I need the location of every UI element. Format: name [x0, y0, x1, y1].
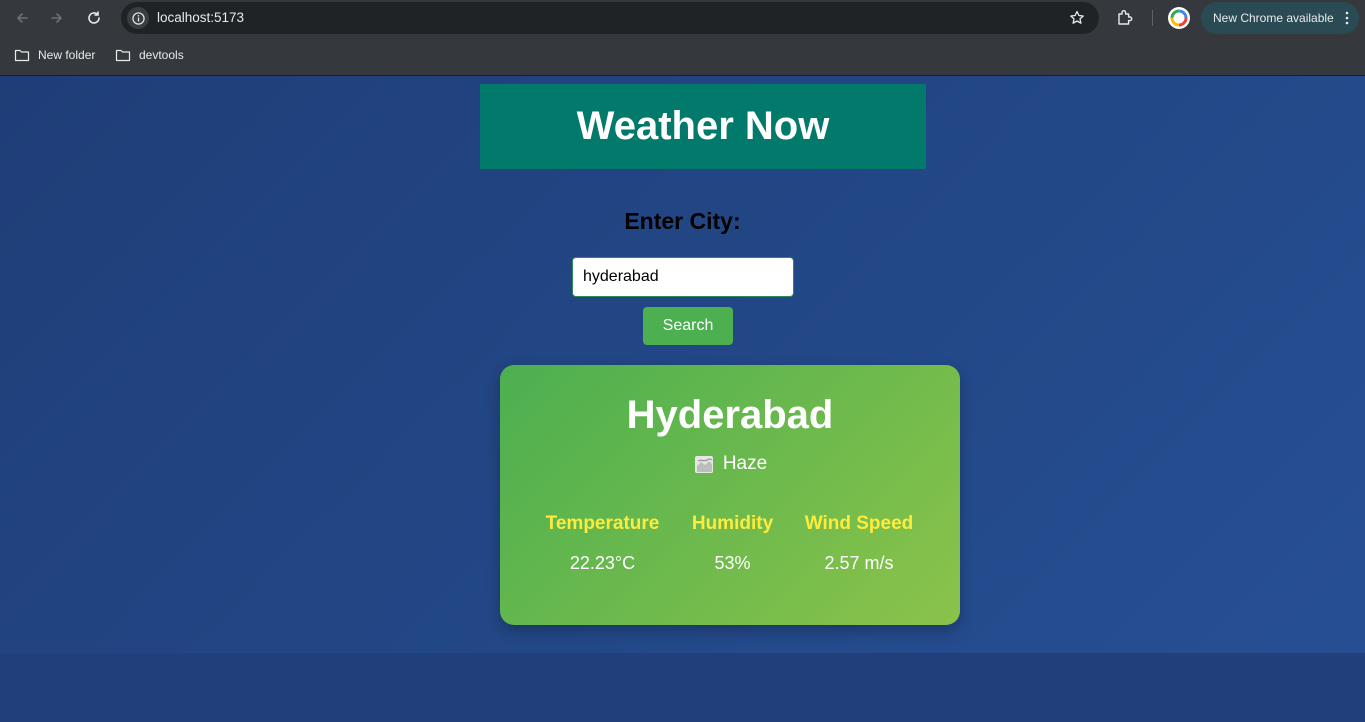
folder-icon: [14, 49, 30, 62]
city-input-label-text: Enter City:: [624, 208, 741, 234]
url-text: localhost:5173: [157, 10, 245, 25]
profile-icon: [1170, 9, 1188, 27]
bookmarks-bar: New folder devtools: [0, 40, 1365, 70]
bookmark-star-icon[interactable]: [1069, 10, 1085, 26]
chrome-update-button[interactable]: New Chrome available: [1201, 2, 1359, 34]
stat-value: 22.23°C: [569, 553, 636, 573]
browser-toolbar: localhost:5173 New Chrome available: [0, 0, 1365, 36]
reload-button[interactable]: [81, 5, 107, 31]
back-button[interactable]: [9, 5, 35, 31]
wind-speed-stat: Wind Speed 2.57 m/s: [799, 513, 919, 574]
profile-avatar[interactable]: [1168, 7, 1190, 29]
app-title: Weather Now: [576, 104, 830, 148]
bookmark-label: New folder: [38, 48, 96, 62]
reload-icon: [88, 11, 100, 24]
weather-condition: Haze: [500, 453, 960, 475]
site-info-button[interactable]: [127, 7, 149, 29]
toolbar-divider: [1152, 10, 1153, 26]
stat-value: 53%: [714, 553, 751, 573]
stat-label: Wind Speed: [804, 513, 914, 534]
more-vert-icon: [1345, 11, 1349, 25]
stat-label: Temperature: [545, 513, 660, 534]
humidity-stat: Humidity 53%: [685, 513, 780, 574]
city-input-label: Enter City:: [0, 208, 1365, 235]
address-bar[interactable]: localhost:5173: [121, 2, 1099, 34]
bookmark-new-folder[interactable]: New folder: [14, 46, 95, 64]
weather-card: Hyderabad Haze Temperature 22.23°C Humid…: [500, 365, 960, 625]
haze-icon: [694, 456, 713, 473]
search-button[interactable]: Search: [643, 307, 733, 345]
city-name: Hyderabad: [626, 393, 834, 437]
arrow-right-icon: [51, 13, 63, 23]
page-footer: [0, 653, 1365, 722]
stat-value: 2.57 m/s: [824, 553, 894, 573]
city-search-input[interactable]: [572, 257, 794, 297]
arrow-left-icon: [16, 13, 28, 23]
info-icon: [131, 11, 145, 25]
bookmark-label: devtools: [139, 48, 184, 62]
extensions-icon[interactable]: [1114, 7, 1136, 29]
app-header: Weather Now: [480, 84, 926, 169]
temperature-stat: Temperature 22.23°C: [540, 513, 665, 574]
update-label: New Chrome available: [1213, 11, 1334, 25]
forward-button[interactable]: [44, 5, 70, 31]
bookmark-devtools[interactable]: devtools: [115, 46, 184, 64]
folder-icon: [115, 49, 131, 62]
condition-text: Haze: [722, 453, 768, 474]
weather-app-page: Weather Now Enter City: Search Hyderabad…: [0, 76, 1365, 653]
browser-chrome: localhost:5173 New Chrome available New …: [0, 0, 1365, 76]
stat-label: Humidity: [691, 513, 774, 534]
